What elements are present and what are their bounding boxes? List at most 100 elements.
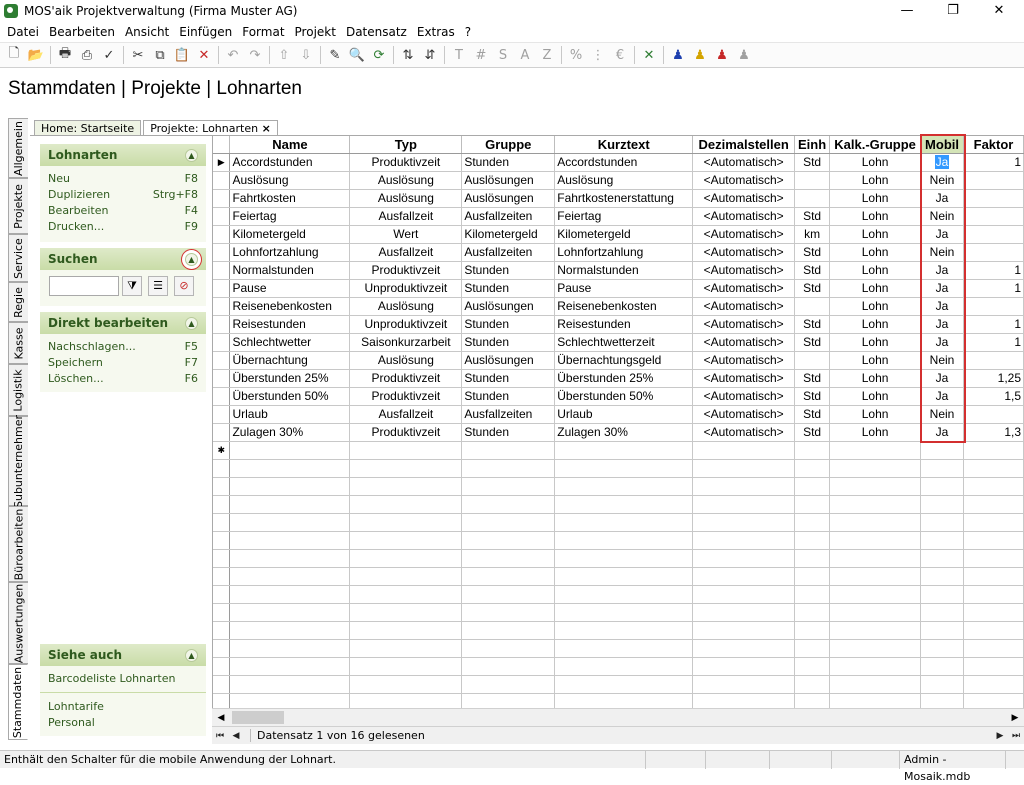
grid-cell[interactable]: Zulagen 30%	[229, 423, 351, 442]
row-selector[interactable]	[213, 351, 231, 370]
grid-cell[interactable]: Ausfallzeiten	[461, 207, 556, 226]
collapse-icon[interactable]: ▲	[185, 149, 198, 162]
grid-cell[interactable]: Schlechtwetterzeit	[554, 333, 694, 352]
grid-cell[interactable]: Lohn	[829, 243, 922, 262]
grid-cell[interactable]: Lohn	[829, 279, 922, 298]
grid-cell[interactable]	[963, 441, 1024, 460]
grid-cell[interactable]: Übernachtung	[229, 351, 351, 370]
row-selector[interactable]	[213, 279, 231, 298]
menu-datei[interactable]: Datei	[2, 25, 44, 39]
grid-cell[interactable]: Feiertag	[554, 207, 694, 226]
grid-cell[interactable]: Produktivzeit	[349, 387, 463, 406]
grid-cell[interactable]: Ausfallzeit	[349, 243, 463, 262]
grid-cell[interactable]	[963, 405, 1024, 424]
grid-cell[interactable]	[794, 441, 831, 460]
grid-cell[interactable]: Lohn	[829, 387, 922, 406]
grid-cell[interactable]: Accordstunden	[229, 153, 351, 172]
row-selector[interactable]	[213, 225, 231, 244]
grid-cell[interactable]: Wert	[349, 225, 463, 244]
grid-cell[interactable]: Auslösungen	[461, 171, 556, 190]
grid-cell[interactable]: Std	[794, 207, 831, 226]
grid-cell[interactable]: Lohn	[829, 153, 922, 172]
grid-cell[interactable]: Auslösung	[349, 189, 463, 208]
grid-cell[interactable]: Produktivzeit	[349, 153, 463, 172]
arrow-down-icon[interactable]: ⇩	[295, 44, 317, 66]
grid-cell[interactable]	[963, 171, 1024, 190]
grid-cell[interactable]: Saisonkurzarbeit	[349, 333, 463, 352]
grid-cell[interactable]: <Automatisch>	[692, 225, 796, 244]
undo-icon[interactable]: ↶	[222, 44, 244, 66]
grid-cell[interactable]: Std	[794, 243, 831, 262]
scroll-left-icon[interactable]: ◀	[214, 711, 228, 725]
grid-cell[interactable]: Stunden	[461, 423, 556, 442]
table-row[interactable]: Reisestunden Unproduktivzeit Stunden Reises…	[213, 315, 1024, 334]
grid-cell[interactable]: 1,3	[963, 423, 1024, 442]
row-selector[interactable]	[213, 261, 231, 280]
table-row[interactable]: Auslösung Auslösung Auslösungen Auslösung <A…	[213, 171, 1024, 190]
grid-cell[interactable]: Lohn	[829, 333, 922, 352]
vtab-allgemein[interactable]: Allgemein	[8, 118, 28, 178]
grid-cell[interactable]: <Automatisch>	[692, 261, 796, 280]
grid-cell[interactable]: <Automatisch>	[692, 333, 796, 352]
spellcheck-icon[interactable]: ✓	[98, 44, 120, 66]
search-input[interactable]	[49, 276, 119, 296]
grid-cell[interactable]: Std	[794, 423, 831, 442]
grid-cell[interactable]: Std	[794, 261, 831, 280]
grid-cell[interactable]: Ja	[920, 225, 964, 244]
grid-cell[interactable]: Urlaub	[554, 405, 694, 424]
grid-cell[interactable]: Kilometergeld	[554, 225, 694, 244]
grid-cell[interactable]: Schlechtwetter	[229, 333, 351, 352]
collapse-icon[interactable]: ▲	[185, 649, 198, 662]
row-selector[interactable]	[213, 189, 231, 208]
currency-icon[interactable]: €	[609, 44, 631, 66]
print-icon[interactable]: ⎙	[76, 44, 98, 66]
grid-cell[interactable]: 1,25	[963, 369, 1024, 388]
grid-cell[interactable]: Lohn	[829, 369, 922, 388]
menu-projekt[interactable]: Projekt	[290, 25, 341, 39]
grid-cell[interactable]: Auslösungen	[461, 189, 556, 208]
table-row[interactable]: Zulagen 30% Produktivzeit Stunden Zulagen 3…	[213, 423, 1024, 442]
grid-cell[interactable]: Übernachtungsgeld	[554, 351, 694, 370]
grid-cell[interactable]: Std	[794, 369, 831, 388]
collapse-icon[interactable]: ▲	[185, 253, 198, 266]
grid-cell[interactable]: Stunden	[461, 387, 556, 406]
grid-cell[interactable]: Überstunden 50%	[554, 387, 694, 406]
column-header[interactable]: Faktor	[963, 136, 1024, 154]
task-drucken[interactable]: Drucken... F9	[48, 220, 198, 233]
row-selector[interactable]	[213, 171, 231, 190]
grid-cell[interactable]: Auslösung	[349, 351, 463, 370]
grid-cell[interactable]: Lohn	[829, 207, 922, 226]
grid-cell[interactable]: <Automatisch>	[692, 405, 796, 424]
row-selector[interactable]	[213, 243, 231, 262]
filter-clear-icon[interactable]: ⊘	[174, 276, 194, 296]
grid-cell[interactable]	[829, 441, 922, 460]
grid-cell[interactable]: Stunden	[461, 153, 556, 172]
grid-cell[interactable]: Auslösung	[349, 297, 463, 316]
grid-cell[interactable]	[349, 441, 463, 460]
first-record-icon[interactable]: ⏮	[212, 728, 228, 744]
grid-cell[interactable]: Ausfallzeiten	[461, 405, 556, 424]
grid-cell[interactable]: 1	[963, 315, 1024, 334]
grid-cell[interactable]	[692, 441, 796, 460]
new-record-row[interactable]: ✱	[213, 441, 1024, 460]
grid-cell[interactable]: Urlaub	[229, 405, 351, 424]
table-row[interactable]: Pause Unproduktivzeit Stunden Pause <Automat…	[213, 279, 1024, 298]
grid-cell[interactable]: Reisenebenkosten	[554, 297, 694, 316]
vtab-logistik[interactable]: Logistik	[8, 364, 28, 416]
column-header[interactable]: Einh	[794, 136, 831, 154]
grid-cell[interactable]: Stunden	[461, 261, 556, 280]
grid-cell[interactable]: Normalstunden	[229, 261, 351, 280]
menu-ansicht[interactable]: Ansicht	[120, 25, 174, 39]
table-row[interactable]: Lohnfortzahlung Ausfallzeit Ausfallzeiten L…	[213, 243, 1024, 262]
previous-record-icon[interactable]: ◀	[228, 728, 244, 744]
grid-cell[interactable]: <Automatisch>	[692, 351, 796, 370]
grid-cell[interactable]: Reisestunden	[554, 315, 694, 334]
menu-help[interactable]: ?	[460, 25, 476, 39]
current-row-indicator[interactable]: ▶	[213, 153, 231, 172]
grid-cell[interactable]: Nein	[920, 405, 964, 424]
menu-extras[interactable]: Extras	[412, 25, 460, 39]
grid-cell[interactable]: Fahrtkosten	[229, 189, 351, 208]
number-format-icon[interactable]: #	[470, 44, 492, 66]
vtab-service[interactable]: Service	[8, 234, 28, 282]
print-preview-icon[interactable]: 🖶	[54, 44, 76, 66]
